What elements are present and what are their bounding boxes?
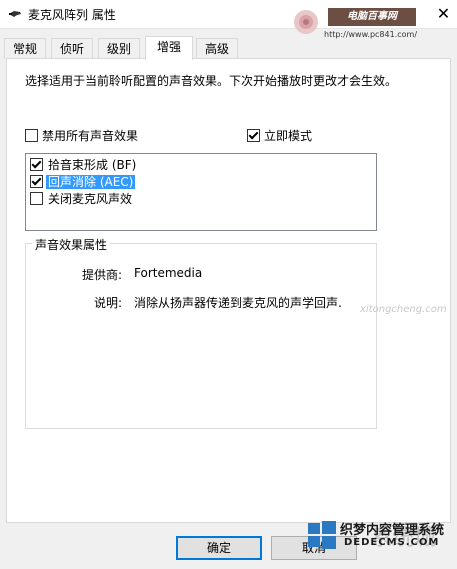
bottom-watermark-line2: DEDECMS.COM bbox=[344, 537, 440, 548]
tab-advanced[interactable]: 高级 bbox=[196, 38, 238, 59]
microphone-icon bbox=[9, 11, 21, 17]
enhancements-panel: 选择适用于当前聆听配置的声音效果。下次开始播放时更改才会生效。 禁用所有声音效果… bbox=[6, 58, 451, 523]
bottom-watermark: 织梦内容管理系统 DEDECMS.COM bbox=[300, 515, 457, 569]
effect-item-beamforming[interactable]: 拾音束形成 (BF) bbox=[30, 156, 138, 172]
disable-all-label: 禁用所有声音效果 bbox=[42, 128, 139, 143]
immediate-mode-checkbox-box[interactable] bbox=[247, 129, 260, 142]
immediate-mode-checkbox[interactable]: 立即模式 bbox=[247, 127, 312, 144]
tab-strip: 常规 侦听 级别 增强 高级 bbox=[0, 36, 457, 60]
mid-watermark: xitongcheng.com bbox=[360, 304, 447, 315]
effect-label: 拾音束形成 (BF) bbox=[48, 157, 137, 172]
effect-label: 关闭麦克风声效 bbox=[48, 191, 133, 206]
close-button[interactable]: ✕ bbox=[430, 0, 457, 28]
effects-list[interactable]: 拾音束形成 (BF) 回声消除 (AEC) 关闭麦克风声效 bbox=[25, 153, 377, 231]
effect-checkbox[interactable] bbox=[30, 158, 43, 171]
effect-item-mute-mic-effects[interactable]: 关闭麦克风声效 bbox=[30, 190, 134, 206]
effect-checkbox[interactable] bbox=[30, 175, 43, 188]
effect-properties-title: 声音效果属性 bbox=[32, 236, 111, 253]
tab-listen[interactable]: 侦听 bbox=[51, 38, 93, 59]
immediate-mode-label: 立即模式 bbox=[264, 128, 313, 143]
tab-levels[interactable]: 级别 bbox=[98, 38, 140, 59]
effect-item-echo-cancellation[interactable]: 回声消除 (AEC) bbox=[30, 173, 136, 189]
tab-enhancements[interactable]: 增强 bbox=[145, 36, 193, 60]
tab-general[interactable]: 常规 bbox=[4, 38, 46, 59]
disable-all-checkbox-box[interactable] bbox=[25, 129, 38, 142]
description-label: 说明: bbox=[93, 296, 122, 310]
description-value: 消除从扬声器传递到麦克风的声学回声. bbox=[134, 296, 342, 310]
window-title: 麦克风阵列 属性 bbox=[28, 8, 116, 22]
provider-label: 提供商: bbox=[81, 268, 122, 282]
top-watermark-logo: 电脑百事网 bbox=[328, 8, 416, 26]
effect-checkbox[interactable] bbox=[30, 192, 43, 205]
windows-logo-icon bbox=[308, 521, 336, 549]
disable-all-effects-checkbox[interactable]: 禁用所有声音效果 bbox=[25, 127, 138, 144]
bottom-watermark-line1: 织梦内容管理系统 bbox=[340, 523, 445, 538]
provider-value: Fortemedia bbox=[134, 266, 203, 280]
effect-label: 回声消除 (AEC) bbox=[46, 174, 136, 189]
ok-button[interactable]: 确定 bbox=[176, 536, 262, 560]
effect-properties-group: 声音效果属性 提供商: Fortemedia 说明: 消除从扬声器传递到麦克风的… bbox=[25, 236, 377, 429]
enhancements-description: 选择适用于当前聆听配置的声音效果。下次开始播放时更改才会生效。 bbox=[25, 74, 398, 88]
